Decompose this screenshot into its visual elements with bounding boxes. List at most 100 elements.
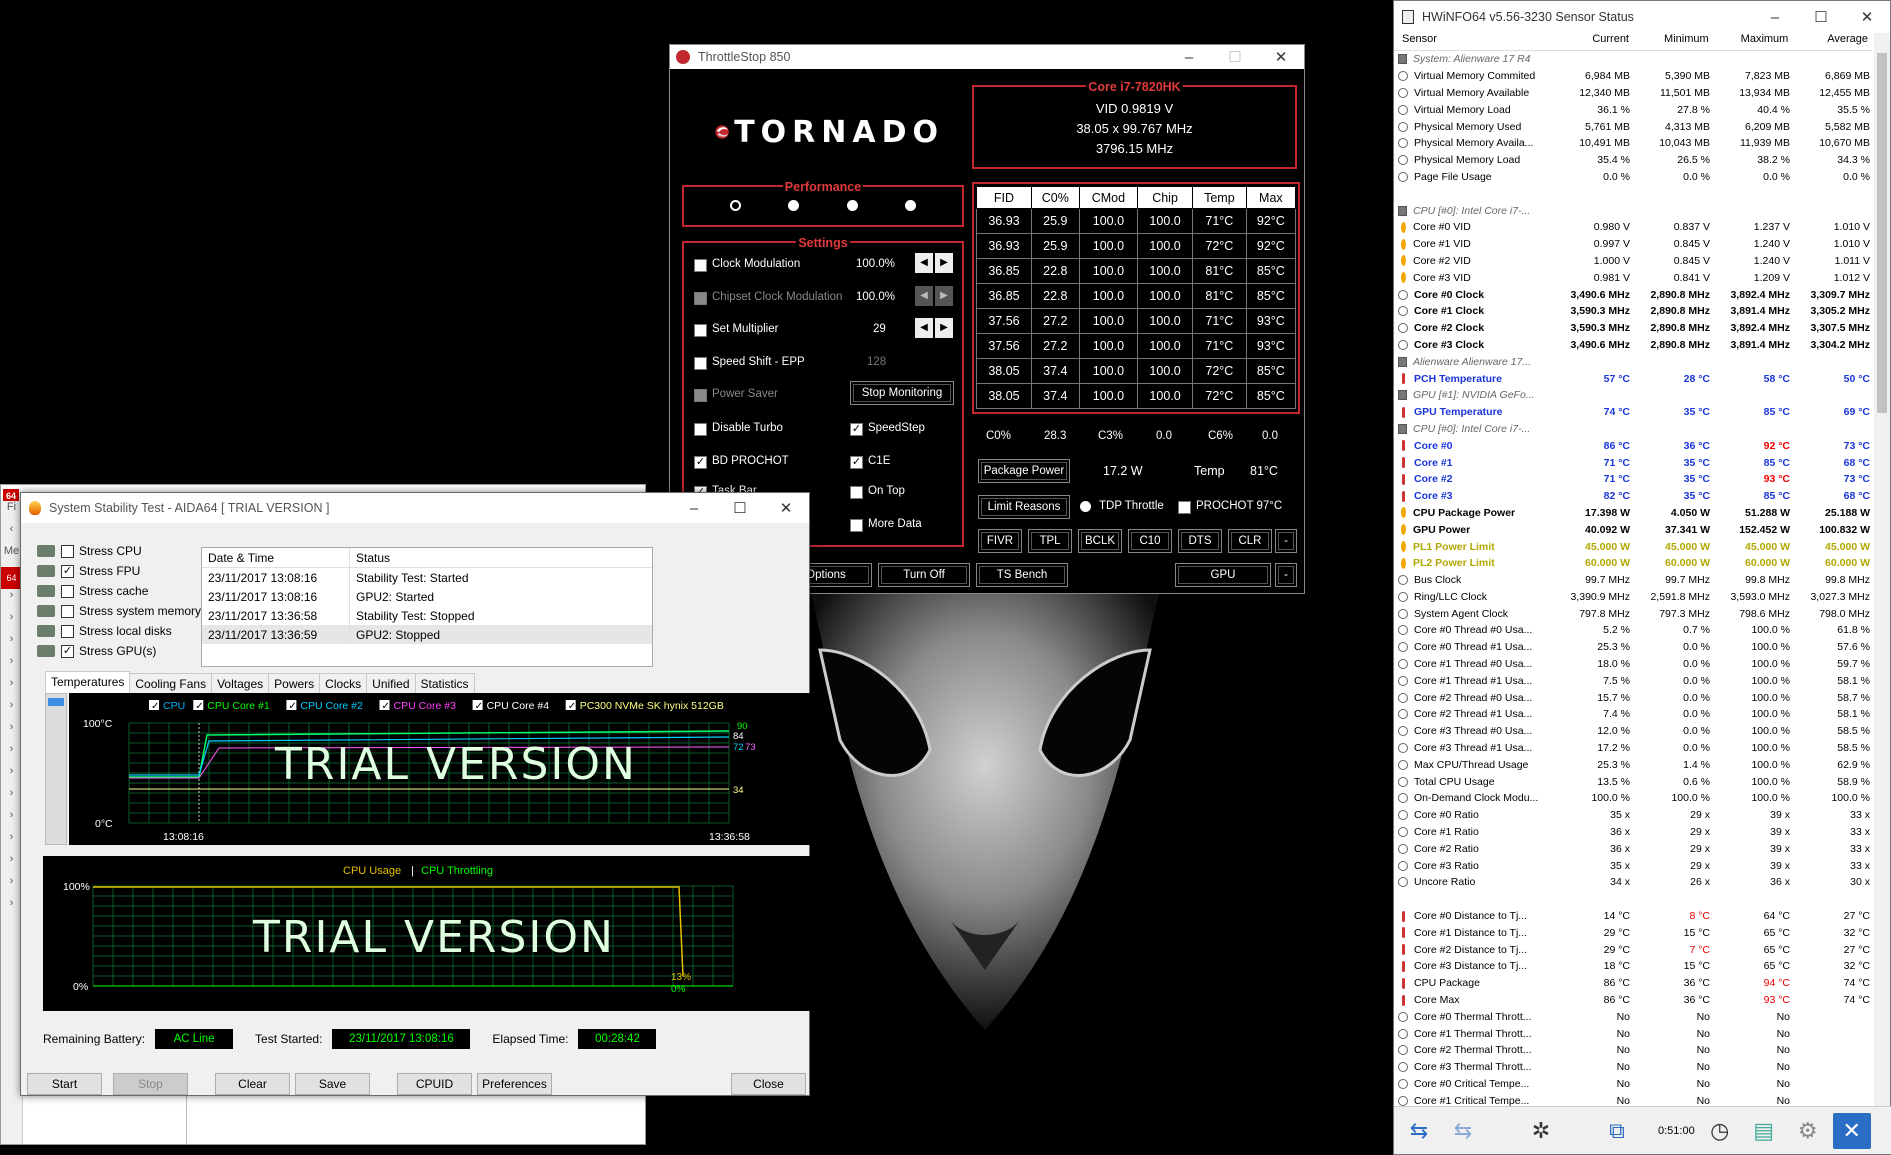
menu-file[interactable]: Fi: [1, 501, 22, 523]
tree-expander-icon[interactable]: ›: [1, 875, 22, 897]
sensor-row[interactable]: On-Demand Clock Modu... 100.0 % 100.0 % 100…: [1394, 790, 1874, 807]
sensor-row[interactable]: CPU [#0]: Intel Core i7-...: [1394, 202, 1874, 219]
sensor-row[interactable]: Core #1 71 °C 35 °C 85 °C 68 °C: [1394, 454, 1874, 471]
stress-checkbox[interactable]: ✓: [61, 564, 74, 578]
clock-icon[interactable]: ◷: [1701, 1113, 1739, 1149]
tree-expander-icon[interactable]: ›: [1, 765, 22, 787]
sensor-row[interactable]: Uncore Ratio 34 x 26 x 36 x 30 x: [1394, 874, 1874, 891]
sensor-row[interactable]: Core #0 Thread #0 Usa... 5.2 % 0.7 % 100.0 …: [1394, 622, 1874, 639]
menu-me[interactable]: Me: [1, 545, 22, 567]
tree-expander-icon[interactable]: ›: [1, 831, 22, 853]
feature-button-clr[interactable]: CLR: [1228, 529, 1272, 553]
sensor-row[interactable]: Core #2 71 °C 35 °C 93 °C 73 °C: [1394, 471, 1874, 488]
navigate-arrows-icon[interactable]: ⇆: [1400, 1113, 1438, 1149]
sensor-row[interactable]: Total CPU Usage 13.5 % 0.6 % 100.0 % 58.9 %: [1394, 773, 1874, 790]
sensor-row[interactable]: Core #2 Thread #1 Usa... 7.4 % 0.0 % 100.0 …: [1394, 706, 1874, 723]
sensor-row[interactable]: Core #2 VID 1.000 V 0.845 V 1.240 V 1.011 V: [1394, 253, 1874, 270]
profile-radio-1[interactable]: [729, 200, 741, 211]
tree-expander-icon[interactable]: ›: [1, 655, 22, 677]
start-button[interactable]: Start: [27, 1073, 102, 1095]
col-average[interactable]: Average: [1792, 33, 1872, 50]
tree-expander-icon[interactable]: ›: [1, 589, 22, 611]
sensor-row[interactable]: Core #1 Thread #1 Usa... 7.5 % 0.0 % 100.0 …: [1394, 672, 1874, 689]
sensor-row[interactable]: Core #1 VID 0.997 V 0.845 V 1.240 V 1.010 V: [1394, 236, 1874, 253]
sensor-row[interactable]: Core #1 Thermal Thrott... No No No: [1394, 1025, 1874, 1042]
cpuid-button[interactable]: CPUID: [397, 1073, 472, 1095]
col-sensor[interactable]: Sensor: [1394, 33, 1553, 50]
stress-option-row[interactable]: Stress cache: [37, 581, 207, 601]
stop-monitoring-button[interactable]: Stop Monitoring: [850, 381, 954, 405]
sensor-row[interactable]: Core #3 VID 0.981 V 0.841 V 1.209 V 1.012 V: [1394, 269, 1874, 286]
tree-expander-icon[interactable]: ›: [1, 743, 22, 765]
sensor-row[interactable]: Alienware Alienware 17...: [1394, 353, 1874, 370]
sensor-row[interactable]: Page File Usage 0.0 % 0.0 % 0.0 % 0.0 %: [1394, 169, 1874, 186]
sensor-row[interactable]: Core #3 Thermal Thrott... No No No: [1394, 1059, 1874, 1076]
sensor-row[interactable]: Core Max 86 °C 36 °C 93 °C 74 °C: [1394, 992, 1874, 1009]
profile-radio-3[interactable]: [846, 200, 858, 211]
feature-button-c10[interactable]: C10: [1128, 529, 1172, 553]
sensor-row[interactable]: System: Alienware 17 R4: [1394, 51, 1874, 68]
sensor-row[interactable]: Virtual Memory Commited 6,984 MB 5,390 MB 7…: [1394, 68, 1874, 85]
clear-button[interactable]: Clear: [215, 1073, 290, 1095]
sensor-row[interactable]: Core #3 Distance to Tj... 18 °C 15 °C 65 °C…: [1394, 958, 1874, 975]
minimize-button[interactable]: –: [1166, 49, 1212, 66]
sensor-row[interactable]: Core #3 82 °C 35 °C 85 °C 68 °C: [1394, 488, 1874, 505]
sensor-row[interactable]: PCH Temperature 57 °C 28 °C 58 °C 50 °C: [1394, 370, 1874, 387]
scroll-thumb[interactable]: [1877, 53, 1887, 413]
clock-modulation-checkbox[interactable]: [694, 259, 707, 272]
tree-expander-icon[interactable]: ›: [1, 633, 22, 655]
feature-button-bclk[interactable]: BCLK: [1078, 529, 1122, 553]
sensor-row[interactable]: GPU Power 40.092 W 37.341 W 152.452 W 100.83…: [1394, 521, 1874, 538]
sensor-row[interactable]: Core #0 Thermal Thrott... No No No: [1394, 1008, 1874, 1025]
clock-mod-down-arrow[interactable]: ◀: [915, 253, 933, 273]
col-date-time[interactable]: Date & Time: [202, 548, 350, 567]
speedstep-checkbox[interactable]: ✓: [850, 423, 863, 436]
log-row[interactable]: 23/11/2017 13:36:59 GPU2: Stopped: [202, 625, 652, 644]
limit-reasons-button[interactable]: Limit Reasons: [978, 495, 1070, 519]
sensor-row[interactable]: Core #2 Ratio 36 x 29 x 39 x 33 x: [1394, 840, 1874, 857]
sensor-row[interactable]: GPU Temperature 74 °C 35 °C 85 °C 69 °C: [1394, 404, 1874, 421]
sensor-row[interactable]: Core #0 Clock 3,490.6 MHz 2,890.8 MHz 3,892…: [1394, 286, 1874, 303]
reset-icon[interactable]: ✲: [1522, 1113, 1560, 1149]
tree-expander-icon[interactable]: ›: [1, 853, 22, 875]
sensor-row[interactable]: Virtual Memory Load 36.1 % 27.8 % 40.4 % 35.…: [1394, 101, 1874, 118]
stress-checkbox[interactable]: [61, 624, 74, 638]
tree-expander-icon[interactable]: ›: [1, 809, 22, 831]
package-power-button[interactable]: Package Power: [978, 459, 1070, 483]
tree-expander-icon[interactable]: ›: [1, 677, 22, 699]
graph-scrollbar[interactable]: [45, 693, 67, 845]
sensor-row[interactable]: Physical Memory Availa... 10,491 MB 10,043…: [1394, 135, 1874, 152]
stress-checkbox[interactable]: ✓: [61, 644, 74, 658]
prochot-checkbox[interactable]: [1178, 501, 1191, 514]
sensor-row[interactable]: Core #2 Thermal Thrott... No No No: [1394, 1042, 1874, 1059]
sensor-row[interactable]: Core #1 Ratio 36 x 29 x 39 x 33 x: [1394, 824, 1874, 841]
stress-option-row[interactable]: Stress CPU: [37, 541, 207, 561]
feature-button-tpl[interactable]: TPL: [1028, 529, 1072, 553]
feature-button-minus[interactable]: -: [1275, 529, 1297, 553]
close-button[interactable]: ✕: [1258, 48, 1304, 66]
sensor-row[interactable]: Core #1 Distance to Tj... 29 °C 15 °C 65 °C…: [1394, 924, 1874, 941]
sensor-row[interactable]: Core #1 Clock 3,590.3 MHz 2,890.8 MHz 3,891…: [1394, 303, 1874, 320]
sensor-row[interactable]: CPU Package 86 °C 36 °C 94 °C 74 °C: [1394, 975, 1874, 992]
close-button[interactable]: Close: [731, 1073, 806, 1095]
minimize-button[interactable]: –: [671, 500, 717, 517]
chipset-up-arrow[interactable]: ▶: [935, 286, 953, 306]
sensor-row[interactable]: Physical Memory Load 35.4 % 26.5 % 38.2 % 34…: [1394, 152, 1874, 169]
sensor-row[interactable]: Core #3 Thread #1 Usa... 17.2 % 0.0 % 100.0…: [1394, 740, 1874, 757]
sensor-row[interactable]: Core #3 Thread #0 Usa... 12.0 % 0.0 % 100.0…: [1394, 723, 1874, 740]
close-sensors-icon[interactable]: ✕: [1832, 1112, 1871, 1149]
stress-option-row[interactable]: Stress system memory: [37, 601, 207, 621]
speed-shift-checkbox[interactable]: [694, 357, 707, 370]
title-bar[interactable]: ThrottleStop 850 – ☐ ✕: [670, 45, 1304, 69]
sensor-row[interactable]: [1394, 185, 1874, 202]
chipset-modulation-checkbox[interactable]: [694, 292, 707, 305]
log-row[interactable]: 23/11/2017 13:08:16 GPU2: Started: [202, 587, 652, 606]
sensor-row[interactable]: Physical Memory Used 5,761 MB 4,313 MB 6,20…: [1394, 118, 1874, 135]
multiplier-down-arrow[interactable]: ◀: [915, 318, 933, 338]
log-row[interactable]: 23/11/2017 13:08:16 Stability Test: Start…: [202, 568, 652, 587]
gpu-minus-button[interactable]: -: [1275, 563, 1297, 587]
settings-gear-icon[interactable]: ⚙: [1789, 1113, 1827, 1149]
col-minimum[interactable]: Minimum: [1633, 33, 1713, 50]
preferences-button[interactable]: Preferences: [477, 1073, 552, 1095]
sensor-row[interactable]: [1394, 891, 1874, 908]
